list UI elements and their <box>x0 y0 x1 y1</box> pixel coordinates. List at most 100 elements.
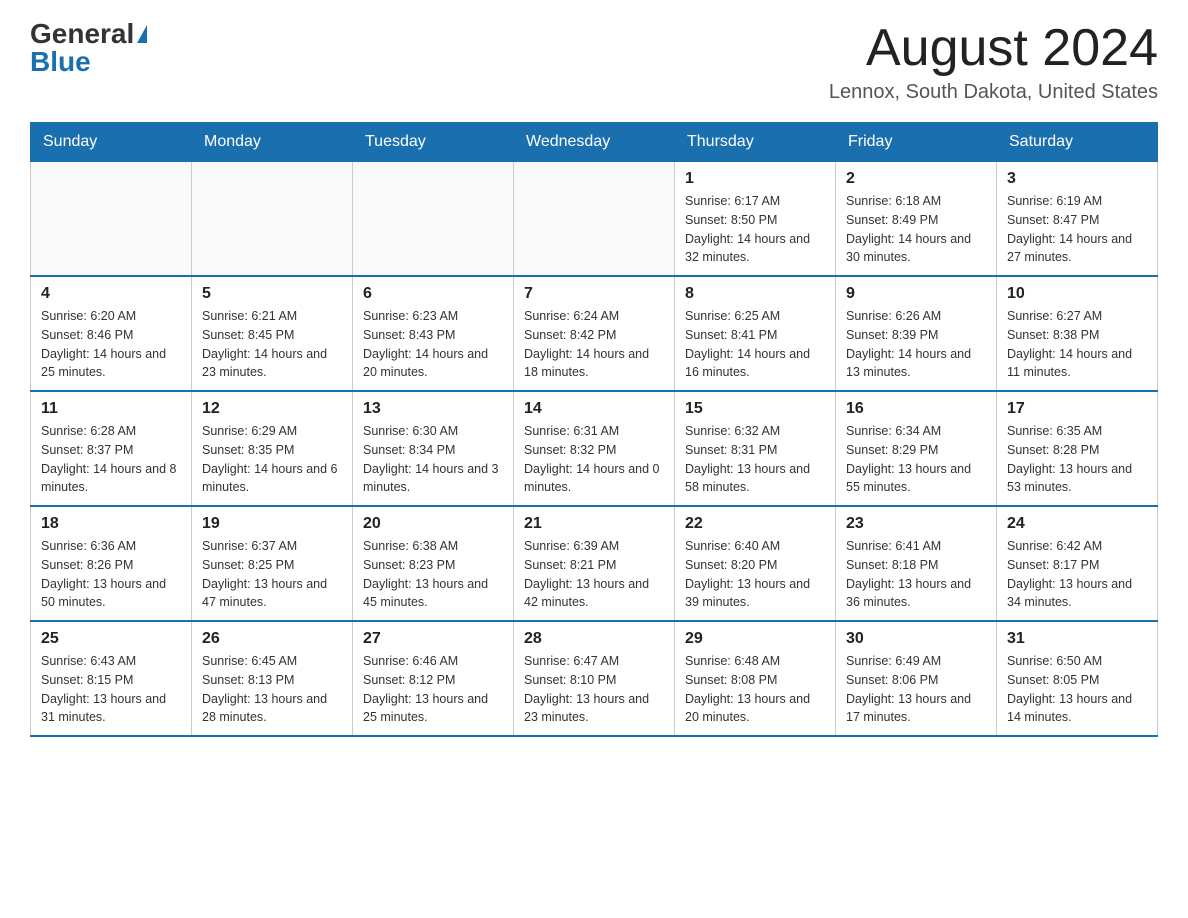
day-number: 26 <box>202 630 342 648</box>
calendar-day-cell: 14Sunrise: 6:31 AM Sunset: 8:32 PM Dayli… <box>514 391 675 506</box>
calendar-day-cell: 22Sunrise: 6:40 AM Sunset: 8:20 PM Dayli… <box>675 506 836 621</box>
calendar-day-cell: 28 Sunrise: 6:47 AM Sunset: 8:10 PM Dayli… <box>514 621 675 736</box>
day-number: 25 <box>41 630 181 648</box>
days-of-week-row: SundayMondayTuesdayWednesdayThursdayFrid… <box>31 123 1158 162</box>
day-number: 16 <box>846 400 986 418</box>
calendar-week-row: 25Sunrise: 6:43 AM Sunset: 8:15 PM Dayli… <box>31 621 1158 736</box>
calendar-day-cell: 26 Sunrise: 6:45 AM Sunset: 8:13 PM Dayli… <box>192 621 353 736</box>
day-info: Sunrise: 6:19 AM Sunset: 8:47 PM Dayligh… <box>1007 192 1147 267</box>
day-info: Sunrise: 6:41 AM Sunset: 8:18 PM Dayligh… <box>846 537 986 612</box>
calendar-day-cell: 15Sunrise: 6:32 AM Sunset: 8:31 PM Dayli… <box>675 391 836 506</box>
calendar-day-cell: 9 Sunrise: 6:26 AM Sunset: 8:39 PM Daylig… <box>836 276 997 391</box>
day-number: 20 <box>363 515 503 533</box>
day-info: Sunrise: 6:40 AM Sunset: 8:20 PM Dayligh… <box>685 537 825 612</box>
day-info: Sunrise: 6:45 AM Sunset: 8:13 PM Dayligh… <box>202 652 342 727</box>
day-info: Sunrise: 6:39 AM Sunset: 8:21 PM Dayligh… <box>524 537 664 612</box>
day-info: Sunrise: 6:48 AM Sunset: 8:08 PM Dayligh… <box>685 652 825 727</box>
day-number: 10 <box>1007 285 1147 303</box>
day-of-week-header: Wednesday <box>514 123 675 162</box>
day-info: Sunrise: 6:27 AM Sunset: 8:38 PM Dayligh… <box>1007 307 1147 382</box>
day-number: 13 <box>363 400 503 418</box>
day-number: 5 <box>202 285 342 303</box>
day-of-week-header: Tuesday <box>353 123 514 162</box>
day-info: Sunrise: 6:35 AM Sunset: 8:28 PM Dayligh… <box>1007 422 1147 497</box>
day-info: Sunrise: 6:50 AM Sunset: 8:05 PM Dayligh… <box>1007 652 1147 727</box>
day-number: 3 <box>1007 170 1147 188</box>
calendar-header: SundayMondayTuesdayWednesdayThursdayFrid… <box>31 123 1158 162</box>
day-number: 17 <box>1007 400 1147 418</box>
calendar-week-row: 18 Sunrise: 6:36 AM Sunset: 8:26 PM Dayli… <box>31 506 1158 621</box>
calendar-day-cell <box>192 162 353 277</box>
calendar-day-cell: 8 Sunrise: 6:25 AM Sunset: 8:41 PM Daylig… <box>675 276 836 391</box>
day-number: 8 <box>685 285 825 303</box>
calendar-week-row: 4 Sunrise: 6:20 AM Sunset: 8:46 PM Daylig… <box>31 276 1158 391</box>
day-number: 6 <box>363 285 503 303</box>
day-info: Sunrise: 6:31 AM Sunset: 8:32 PM Dayligh… <box>524 422 664 497</box>
calendar-day-cell <box>514 162 675 277</box>
day-info: Sunrise: 6:21 AM Sunset: 8:45 PM Dayligh… <box>202 307 342 382</box>
calendar-day-cell: 13 Sunrise: 6:30 AM Sunset: 8:34 PM Dayli… <box>353 391 514 506</box>
calendar-day-cell: 19Sunrise: 6:37 AM Sunset: 8:25 PM Dayli… <box>192 506 353 621</box>
day-info: Sunrise: 6:29 AM Sunset: 8:35 PM Dayligh… <box>202 422 342 497</box>
day-info: Sunrise: 6:20 AM Sunset: 8:46 PM Dayligh… <box>41 307 181 382</box>
day-number: 23 <box>846 515 986 533</box>
calendar-week-row: 11 Sunrise: 6:28 AM Sunset: 8:37 PM Dayli… <box>31 391 1158 506</box>
calendar-day-cell: 4 Sunrise: 6:20 AM Sunset: 8:46 PM Daylig… <box>31 276 192 391</box>
calendar-day-cell: 30 Sunrise: 6:49 AM Sunset: 8:06 PM Dayli… <box>836 621 997 736</box>
day-of-week-header: Thursday <box>675 123 836 162</box>
logo-blue-text: Blue <box>30 48 91 76</box>
calendar-day-cell: 29 Sunrise: 6:48 AM Sunset: 8:08 PM Dayli… <box>675 621 836 736</box>
day-info: Sunrise: 6:42 AM Sunset: 8:17 PM Dayligh… <box>1007 537 1147 612</box>
day-info: Sunrise: 6:24 AM Sunset: 8:42 PM Dayligh… <box>524 307 664 382</box>
calendar-week-row: 1Sunrise: 6:17 AM Sunset: 8:50 PM Daylig… <box>31 162 1158 277</box>
calendar-title: August 2024 <box>829 20 1158 77</box>
calendar-day-cell: 17 Sunrise: 6:35 AM Sunset: 8:28 PM Dayli… <box>997 391 1158 506</box>
logo-triangle-icon <box>137 25 147 43</box>
day-info: Sunrise: 6:25 AM Sunset: 8:41 PM Dayligh… <box>685 307 825 382</box>
day-of-week-header: Monday <box>192 123 353 162</box>
calendar-day-cell: 18 Sunrise: 6:36 AM Sunset: 8:26 PM Dayli… <box>31 506 192 621</box>
day-number: 31 <box>1007 630 1147 648</box>
day-info: Sunrise: 6:30 AM Sunset: 8:34 PM Dayligh… <box>363 422 503 497</box>
calendar-day-cell: 10 Sunrise: 6:27 AM Sunset: 8:38 PM Dayli… <box>997 276 1158 391</box>
calendar-day-cell: 31 Sunrise: 6:50 AM Sunset: 8:05 PM Dayli… <box>997 621 1158 736</box>
calendar-subtitle: Lennox, South Dakota, United States <box>829 81 1158 104</box>
day-info: Sunrise: 6:26 AM Sunset: 8:39 PM Dayligh… <box>846 307 986 382</box>
day-info: Sunrise: 6:36 AM Sunset: 8:26 PM Dayligh… <box>41 537 181 612</box>
day-number: 11 <box>41 400 181 418</box>
day-of-week-header: Saturday <box>997 123 1158 162</box>
calendar-day-cell: 6Sunrise: 6:23 AM Sunset: 8:43 PM Daylig… <box>353 276 514 391</box>
calendar-day-cell <box>353 162 514 277</box>
logo-general-text: General <box>30 20 134 48</box>
day-info: Sunrise: 6:46 AM Sunset: 8:12 PM Dayligh… <box>363 652 503 727</box>
day-number: 12 <box>202 400 342 418</box>
calendar-day-cell: 21 Sunrise: 6:39 AM Sunset: 8:21 PM Dayli… <box>514 506 675 621</box>
calendar-day-cell <box>31 162 192 277</box>
day-number: 30 <box>846 630 986 648</box>
logo: General Blue <box>30 20 147 76</box>
calendar-table: SundayMondayTuesdayWednesdayThursdayFrid… <box>30 122 1158 737</box>
day-info: Sunrise: 6:49 AM Sunset: 8:06 PM Dayligh… <box>846 652 986 727</box>
page-header: General Blue August 2024 Lennox, South D… <box>30 20 1158 104</box>
day-number: 29 <box>685 630 825 648</box>
day-of-week-header: Friday <box>836 123 997 162</box>
calendar-day-cell: 5 Sunrise: 6:21 AM Sunset: 8:45 PM Daylig… <box>192 276 353 391</box>
day-info: Sunrise: 6:47 AM Sunset: 8:10 PM Dayligh… <box>524 652 664 727</box>
day-number: 19 <box>202 515 342 533</box>
calendar-day-cell: 2Sunrise: 6:18 AM Sunset: 8:49 PM Daylig… <box>836 162 997 277</box>
day-info: Sunrise: 6:28 AM Sunset: 8:37 PM Dayligh… <box>41 422 181 497</box>
day-number: 21 <box>524 515 664 533</box>
calendar-day-cell: 27Sunrise: 6:46 AM Sunset: 8:12 PM Dayli… <box>353 621 514 736</box>
calendar-day-cell: 11 Sunrise: 6:28 AM Sunset: 8:37 PM Dayli… <box>31 391 192 506</box>
day-number: 24 <box>1007 515 1147 533</box>
day-number: 28 <box>524 630 664 648</box>
day-number: 4 <box>41 285 181 303</box>
calendar-day-cell: 12 Sunrise: 6:29 AM Sunset: 8:35 PM Dayli… <box>192 391 353 506</box>
day-info: Sunrise: 6:17 AM Sunset: 8:50 PM Dayligh… <box>685 192 825 267</box>
calendar-day-cell: 3 Sunrise: 6:19 AM Sunset: 8:47 PM Daylig… <box>997 162 1158 277</box>
calendar-day-cell: 23 Sunrise: 6:41 AM Sunset: 8:18 PM Dayli… <box>836 506 997 621</box>
day-number: 18 <box>41 515 181 533</box>
day-number: 9 <box>846 285 986 303</box>
calendar-day-cell: 20Sunrise: 6:38 AM Sunset: 8:23 PM Dayli… <box>353 506 514 621</box>
day-info: Sunrise: 6:32 AM Sunset: 8:31 PM Dayligh… <box>685 422 825 497</box>
